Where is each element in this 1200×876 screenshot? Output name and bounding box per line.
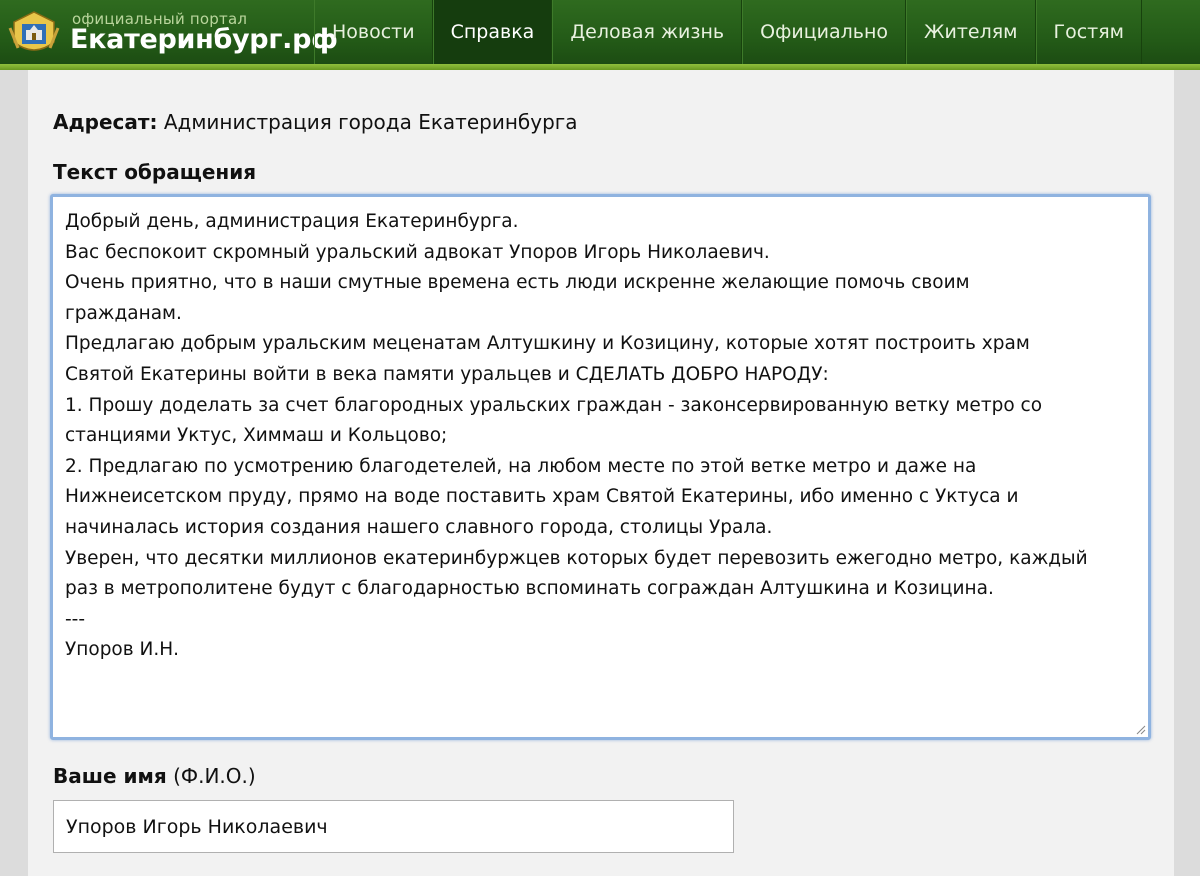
message-text-label: Текст обращения <box>53 160 257 184</box>
message-textarea[interactable]: Добрый день, администрация Екатеринбурга… <box>53 197 1148 737</box>
resize-handle-icon[interactable] <box>1134 723 1146 735</box>
name-label-hint: (Ф.И.О.) <box>173 764 256 788</box>
nav-item-guests[interactable]: Гостям <box>1035 0 1142 64</box>
addressee-value: Администрация города Екатеринбурга <box>163 110 578 134</box>
full-name-input[interactable]: Упоров Игорь Николаевич <box>53 800 734 853</box>
addressee-line: Адресат: Администрация города Екатеринбу… <box>53 110 578 134</box>
nav-item-official[interactable]: Официально <box>742 0 907 64</box>
site-logo-title[interactable]: Екатеринбург.рф <box>70 24 338 55</box>
nav-item-residents[interactable]: Жителям <box>906 0 1036 64</box>
addressee-label: Адресат: <box>53 110 158 134</box>
name-field-label: Ваше имя (Ф.И.О.) <box>53 764 256 788</box>
main-nav: Новости Справка Деловая жизнь Официально… <box>314 0 1142 64</box>
nav-item-reference[interactable]: Справка <box>432 0 553 64</box>
name-label-bold: Ваше имя <box>53 764 167 788</box>
nav-item-business[interactable]: Деловая жизнь <box>552 0 743 64</box>
city-emblem-icon[interactable] <box>8 8 60 58</box>
nav-item-news[interactable]: Новости <box>314 0 433 64</box>
message-textarea-frame: Добрый день, администрация Екатеринбурга… <box>50 194 1151 740</box>
